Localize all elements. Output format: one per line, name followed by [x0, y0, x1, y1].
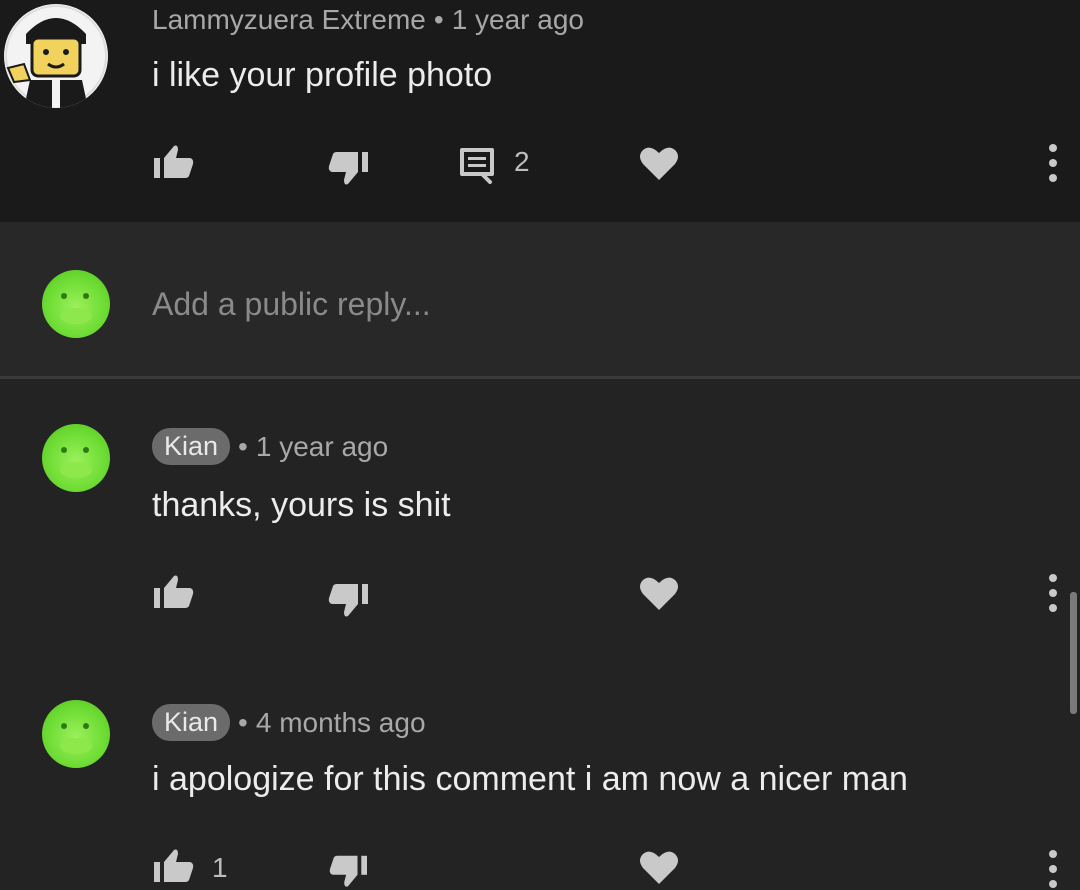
meta-separator: •: [238, 430, 248, 462]
comment-meta: Kian • 4 months ago: [152, 704, 426, 741]
author-name[interactable]: Lammyzuera Extreme: [152, 4, 426, 36]
comment-text: thanks, yours is shit: [152, 486, 451, 524]
timestamp[interactable]: 1 year ago: [452, 4, 584, 36]
reply-count: 2: [514, 146, 530, 177]
heart-icon[interactable]: [638, 574, 680, 612]
comment-text: i like your profile photo: [152, 56, 493, 94]
more-vert-icon[interactable]: [1046, 572, 1060, 614]
avatar-kian[interactable]: [42, 424, 110, 492]
scrollbar[interactable]: [1070, 592, 1077, 714]
thumbs-down-icon[interactable]: [326, 148, 370, 188]
meta-separator: •: [433, 4, 444, 35]
heart-icon[interactable]: [638, 848, 680, 886]
thumbs-down-icon[interactable]: [326, 852, 370, 890]
thumbs-down-icon[interactable]: [326, 580, 370, 620]
author-chip[interactable]: Kian: [152, 704, 231, 741]
comment-text: i apologize for this comment i am now a …: [152, 760, 908, 798]
reply-input[interactable]: Add a public reply...: [152, 286, 431, 323]
thumbs-up-icon[interactable]: [152, 572, 196, 612]
timestamp[interactable]: 4 months ago: [256, 707, 426, 739]
comment-meta: Kian • 1 year ago: [152, 428, 388, 465]
like-count: 1: [212, 852, 228, 883]
more-vert-icon[interactable]: [1046, 848, 1060, 890]
comment-icon[interactable]: [458, 146, 498, 184]
avatar-self[interactable]: [42, 270, 110, 338]
timestamp[interactable]: 1 year ago: [256, 431, 388, 463]
thumbs-up-icon[interactable]: [152, 142, 196, 182]
avatar-kian[interactable]: [42, 700, 110, 768]
more-vert-icon[interactable]: [1046, 142, 1060, 184]
thumbs-up-icon[interactable]: [152, 846, 196, 886]
meta-separator: •: [238, 706, 248, 738]
avatar-lammyzuera[interactable]: [4, 4, 108, 108]
comment-meta: Lammyzuera Extreme • 1 year ago: [152, 4, 584, 36]
author-chip[interactable]: Kian: [152, 428, 231, 465]
heart-icon[interactable]: [638, 144, 680, 182]
